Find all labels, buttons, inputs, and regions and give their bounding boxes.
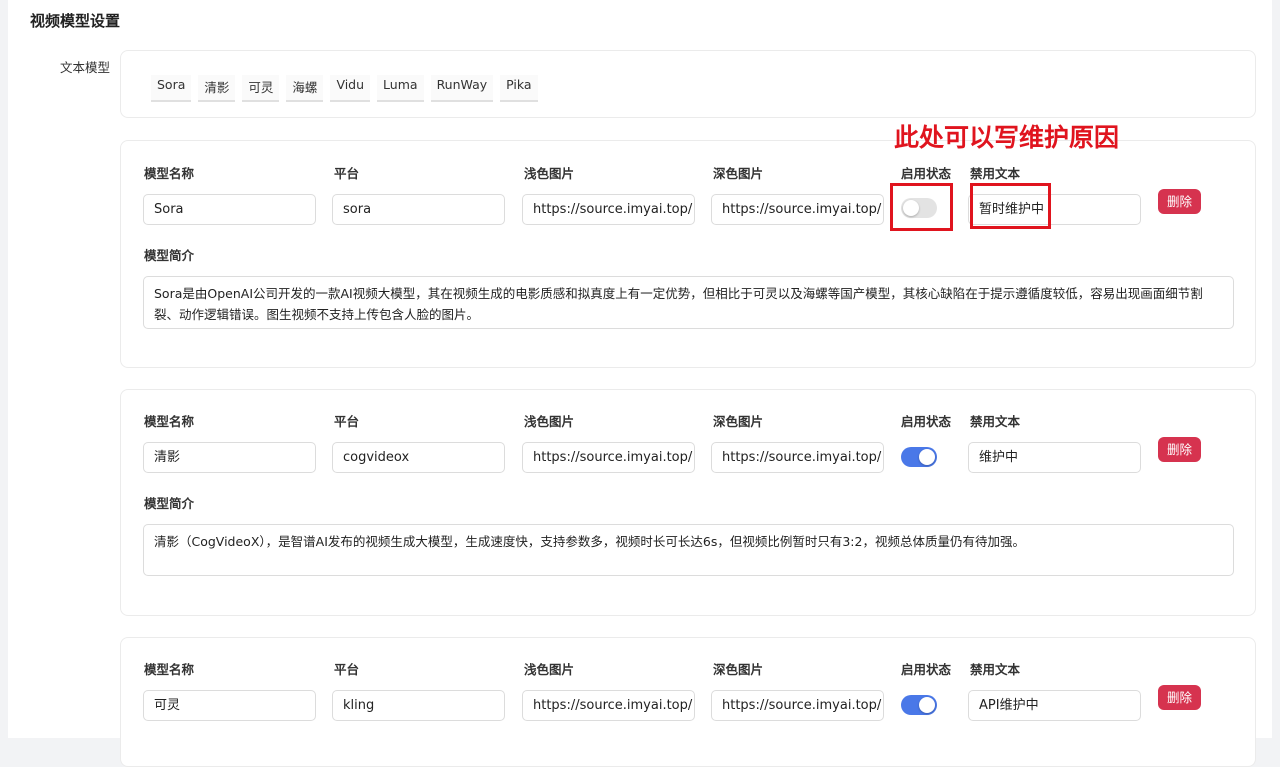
model-card-qingying: 模型名称 平台 浅色图片 深色图片 启用状态 禁用文本 清影 cogvideox… bbox=[120, 389, 1256, 616]
model-tabs: Sora 清影 可灵 海螺 Vidu Luma RunWay Pika bbox=[151, 75, 538, 102]
light-image-input[interactable]: https://source.imyai.top/ bbox=[522, 442, 695, 473]
disabled-text-input[interactable]: 维护中 bbox=[968, 442, 1141, 473]
delete-button[interactable]: 删除 bbox=[1158, 189, 1201, 214]
platform-label: 平台 bbox=[334, 414, 360, 429]
page-title: 视频模型设置 bbox=[30, 12, 121, 30]
name-label: 模型名称 bbox=[144, 166, 195, 181]
tab-vidu[interactable]: Vidu bbox=[330, 75, 371, 102]
dark-image-input[interactable]: https://source.imyai.top/ bbox=[711, 690, 884, 721]
status-label: 启用状态 bbox=[901, 414, 952, 429]
status-label: 启用状态 bbox=[901, 166, 952, 181]
tab-qingying[interactable]: 清影 bbox=[198, 75, 236, 102]
platform-input[interactable]: kling bbox=[332, 690, 505, 721]
delete-button[interactable]: 删除 bbox=[1158, 685, 1201, 710]
text-model-label: 文本模型 bbox=[60, 60, 111, 75]
maintenance-annotation: 此处可以写维护原因 bbox=[894, 123, 1120, 152]
model-tabs-box: Sora 清影 可灵 海螺 Vidu Luma RunWay Pika bbox=[120, 50, 1256, 118]
dark-image-label: 深色图片 bbox=[713, 414, 764, 429]
status-label: 启用状态 bbox=[901, 662, 952, 677]
enable-switch[interactable] bbox=[901, 695, 937, 715]
tab-keling[interactable]: 可灵 bbox=[242, 75, 280, 102]
disabled-text-label: 禁用文本 bbox=[970, 414, 1021, 429]
light-image-label: 浅色图片 bbox=[524, 414, 575, 429]
tab-pika[interactable]: Pika bbox=[500, 75, 538, 102]
model-name-input[interactable]: Sora bbox=[143, 194, 316, 225]
switch-knob bbox=[919, 697, 935, 713]
disabled-text-highlight-box bbox=[970, 183, 1051, 229]
platform-label: 平台 bbox=[334, 166, 360, 181]
name-label: 模型名称 bbox=[144, 662, 195, 677]
tab-hailuo[interactable]: 海螺 bbox=[286, 75, 324, 102]
light-image-label: 浅色图片 bbox=[524, 662, 575, 677]
model-card-sora: 模型名称 平台 浅色图片 深色图片 启用状态 禁用文本 Sora sora ht… bbox=[120, 140, 1256, 368]
switch-highlight-box bbox=[890, 183, 953, 231]
light-image-input[interactable]: https://source.imyai.top/ bbox=[522, 194, 695, 225]
dark-image-input[interactable]: https://source.imyai.top/ bbox=[711, 194, 884, 225]
disabled-text-label: 禁用文本 bbox=[970, 662, 1021, 677]
platform-input[interactable]: sora bbox=[332, 194, 505, 225]
disabled-text-input[interactable]: API维护中 bbox=[968, 690, 1141, 721]
intro-textarea[interactable]: Sora是由OpenAI公司开发的一款AI视频大模型，其在视频生成的电影质感和拟… bbox=[143, 276, 1234, 329]
disabled-text-label: 禁用文本 bbox=[970, 166, 1021, 181]
switch-knob bbox=[919, 449, 935, 465]
delete-button[interactable]: 删除 bbox=[1158, 437, 1201, 462]
platform-input[interactable]: cogvideox bbox=[332, 442, 505, 473]
model-name-input[interactable]: 可灵 bbox=[143, 690, 316, 721]
enable-switch[interactable] bbox=[901, 447, 937, 467]
settings-page: 视频模型设置 文本模型 Sora 清影 可灵 海螺 Vidu Luma RunW… bbox=[8, 0, 1272, 767]
dark-image-label: 深色图片 bbox=[713, 166, 764, 181]
dark-image-label: 深色图片 bbox=[713, 662, 764, 677]
model-name-input[interactable]: 清影 bbox=[143, 442, 316, 473]
tab-luma[interactable]: Luma bbox=[377, 75, 424, 102]
platform-label: 平台 bbox=[334, 662, 360, 677]
intro-textarea[interactable]: 清影（CogVideoX），是智谱AI发布的视频生成大模型，生成速度快，支持参数… bbox=[143, 524, 1234, 576]
tab-runway[interactable]: RunWay bbox=[430, 75, 494, 102]
intro-label: 模型简介 bbox=[144, 248, 195, 263]
name-label: 模型名称 bbox=[144, 414, 195, 429]
dark-image-input[interactable]: https://source.imyai.top/ bbox=[711, 442, 884, 473]
light-image-label: 浅色图片 bbox=[524, 166, 575, 181]
light-image-input[interactable]: https://source.imyai.top/ bbox=[522, 690, 695, 721]
model-card-keling: 模型名称 平台 浅色图片 深色图片 启用状态 禁用文本 可灵 kling htt… bbox=[120, 637, 1256, 767]
intro-label: 模型简介 bbox=[144, 496, 195, 511]
tab-sora[interactable]: Sora bbox=[151, 75, 192, 102]
